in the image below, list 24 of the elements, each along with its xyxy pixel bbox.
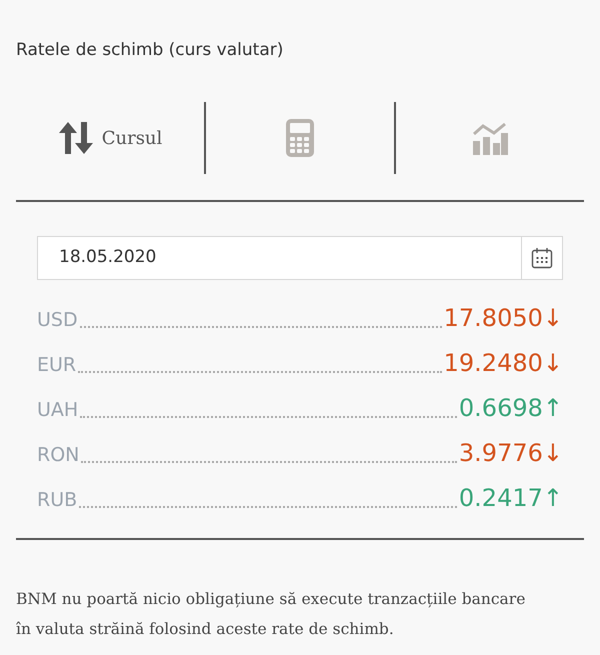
- section-title: Ratele de schimb (curs valutar): [16, 39, 284, 62]
- calendar-button[interactable]: [521, 236, 563, 280]
- trend-arrow: ↑: [542, 394, 563, 422]
- currency-code: EUR: [37, 353, 76, 377]
- trend-arrow: ↓: [542, 349, 563, 377]
- exchange-rate: 19.2480: [444, 349, 543, 377]
- currency-code: RON: [37, 443, 80, 467]
- currency-code: RUB: [37, 488, 78, 512]
- bar-chart-icon: [472, 121, 508, 155]
- calculator-icon: [286, 119, 314, 157]
- trend-arrow: ↓: [542, 439, 563, 467]
- exchange-rate: 17.8050: [444, 304, 543, 332]
- currency-code: UAH: [37, 398, 78, 422]
- currency-code: USD: [37, 308, 78, 332]
- up-down-arrows-icon: [58, 121, 94, 155]
- trend-arrow: ↓: [542, 304, 563, 332]
- exchange-rate: 0.2417: [458, 484, 543, 512]
- date-field[interactable]: 18.05.2020: [37, 236, 521, 280]
- disclaimer-text: BNM nu poartă nicio obligațiune să execute tranzacțiile bancare în valuta străină folosind aceste rate de schimb.: [16, 589, 526, 640]
- trend-arrow: ↑: [542, 484, 563, 512]
- rates-tab[interactable]: Cursul: [54, 117, 166, 159]
- calendar-icon: [531, 247, 553, 269]
- exchange-rate: 0.6698: [458, 394, 543, 422]
- exchange-rate: 3.9776: [458, 439, 543, 467]
